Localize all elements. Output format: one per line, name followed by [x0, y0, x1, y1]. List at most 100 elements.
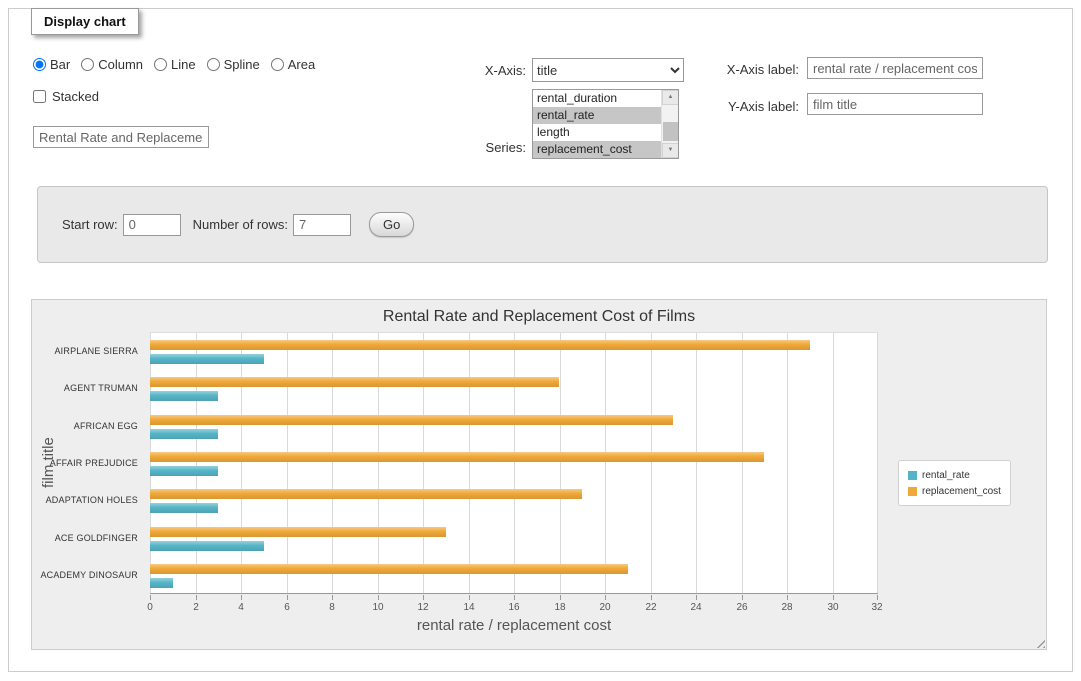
chart-type-radio-spline[interactable]	[207, 58, 220, 71]
chart-type-option-area[interactable]: Area	[271, 57, 315, 72]
tick-label: 14	[463, 602, 474, 613]
category-label: AFFAIR PREJUDICE	[32, 458, 138, 468]
tick-mark	[196, 595, 197, 600]
start-row-input[interactable]	[123, 214, 181, 236]
gridline	[287, 333, 288, 593]
chart-type-option-spline[interactable]: Spline	[207, 57, 260, 72]
chart-type-label: Column	[98, 57, 143, 72]
tick-label: 18	[554, 602, 565, 613]
tick-label: 22	[645, 602, 656, 613]
legend-item-replacement_cost[interactable]: replacement_cost	[908, 483, 1001, 499]
resize-handle-icon[interactable]	[1033, 636, 1045, 648]
tick-label: 30	[827, 602, 838, 613]
chart-type-radio-group: Bar Column Line Spline Area	[33, 57, 315, 72]
chart-type-radio-column[interactable]	[81, 58, 94, 71]
start-row-label: Start row:	[62, 217, 118, 232]
chart-type-radio-area[interactable]	[271, 58, 284, 71]
xaxis-select-label: X-Axis:	[449, 63, 526, 78]
gridline	[423, 333, 424, 593]
bar-replacement_cost-academy-dinosaur[interactable]	[150, 564, 628, 574]
chart-type-radio-bar[interactable]	[33, 58, 46, 71]
bar-rental_rate-airplane-sierra[interactable]	[150, 354, 264, 364]
tick-mark	[877, 595, 878, 600]
number-of-rows-label: Number of rows:	[193, 217, 288, 232]
tick-mark	[833, 595, 834, 600]
bar-replacement_cost-ace-goldfinger[interactable]	[150, 527, 446, 537]
chart-title-input[interactable]	[33, 126, 209, 148]
chart-type-radio-line[interactable]	[154, 58, 167, 71]
chart-type-option-bar[interactable]: Bar	[33, 57, 70, 72]
chart-type-label: Spline	[224, 57, 260, 72]
tick-label: 16	[508, 602, 519, 613]
category-label: ACADEMY DINOSAUR	[32, 570, 138, 580]
legend-label: replacement_cost	[922, 486, 1001, 497]
tick-label: 12	[417, 602, 428, 613]
gridline	[742, 333, 743, 593]
chart-legend: rental_rate replacement_cost	[898, 460, 1011, 506]
gridline	[241, 333, 242, 593]
legend-item-rental_rate[interactable]: rental_rate	[908, 467, 1001, 483]
gridline	[605, 333, 606, 593]
panel-legend-title: Display chart	[31, 8, 139, 35]
tick-label: 6	[284, 602, 290, 613]
yaxis-label-input[interactable]	[807, 93, 983, 115]
tick-label: 2	[193, 602, 199, 613]
tick-label: 8	[329, 602, 335, 613]
category-axis: AIRPLANE SIERRAAGENT TRUMANAFRICAN EGGAF…	[32, 332, 144, 594]
category-label: AGENT TRUMAN	[32, 383, 138, 393]
tick-mark	[423, 595, 424, 600]
scrollbar-thumb[interactable]	[663, 122, 678, 141]
chart-type-label: Bar	[50, 57, 70, 72]
bar-replacement_cost-affair-prejudice[interactable]	[150, 452, 764, 462]
chart-type-option-line[interactable]: Line	[154, 57, 196, 72]
series-option-length[interactable]: length	[533, 124, 661, 141]
tick-mark	[696, 595, 697, 600]
rows-controls-panel: Start row: Number of rows: Go	[37, 186, 1048, 263]
bar-rental_rate-academy-dinosaur[interactable]	[150, 578, 173, 588]
tick-label: 0	[147, 602, 153, 613]
number-of-rows-input[interactable]	[293, 214, 351, 236]
chart-type-label: Area	[288, 57, 315, 72]
gridline	[514, 333, 515, 593]
gridline	[696, 333, 697, 593]
bar-replacement_cost-adaptation-holes[interactable]	[150, 489, 582, 499]
chart-title: Rental Rate and Replacement Cost of Film…	[32, 308, 1046, 326]
tick-mark	[332, 595, 333, 600]
scroll-down-icon[interactable]: ▼	[662, 143, 679, 158]
tick-mark	[514, 595, 515, 600]
bar-rental_rate-affair-prejudice[interactable]	[150, 466, 218, 476]
tick-label: 26	[736, 602, 747, 613]
value-axis: 02468101214161820222426283032	[150, 595, 878, 619]
series-option-rental_duration[interactable]: rental_duration	[533, 90, 661, 107]
series-multiselect[interactable]: rental_durationrental_ratelengthreplacem…	[532, 89, 679, 159]
tick-mark	[787, 595, 788, 600]
bar-rental_rate-agent-truman[interactable]	[150, 391, 218, 401]
xaxis-label-input[interactable]	[807, 57, 983, 79]
stacked-checkbox[interactable]	[33, 90, 46, 103]
stacked-option[interactable]: Stacked	[33, 89, 99, 104]
bar-replacement_cost-agent-truman[interactable]	[150, 377, 559, 387]
chart-panel: Rental Rate and Replacement Cost of Film…	[31, 299, 1047, 650]
series-option-replacement_cost[interactable]: replacement_cost	[533, 141, 661, 158]
category-label: ADAPTATION HOLES	[32, 495, 138, 505]
bar-replacement_cost-african-egg[interactable]	[150, 415, 673, 425]
legend-swatch-icon	[908, 471, 917, 480]
bar-rental_rate-ace-goldfinger[interactable]	[150, 541, 264, 551]
tick-label: 10	[372, 602, 383, 613]
chart-type-option-column[interactable]: Column	[81, 57, 143, 72]
tick-mark	[241, 595, 242, 600]
tick-mark	[742, 595, 743, 600]
bar-rental_rate-adaptation-holes[interactable]	[150, 503, 218, 513]
go-button[interactable]: Go	[369, 212, 414, 237]
bar-replacement_cost-airplane-sierra[interactable]	[150, 340, 810, 350]
series-options: rental_durationrental_ratelengthreplacem…	[533, 90, 661, 158]
category-label: ACE GOLDFINGER	[32, 533, 138, 543]
bar-rental_rate-african-egg[interactable]	[150, 429, 218, 439]
tick-mark	[651, 595, 652, 600]
tick-label: 28	[781, 602, 792, 613]
gridline	[560, 333, 561, 593]
gridline	[651, 333, 652, 593]
tick-mark	[150, 595, 151, 600]
legend-label: rental_rate	[922, 470, 970, 481]
series-option-rental_rate[interactable]: rental_rate	[533, 107, 661, 124]
